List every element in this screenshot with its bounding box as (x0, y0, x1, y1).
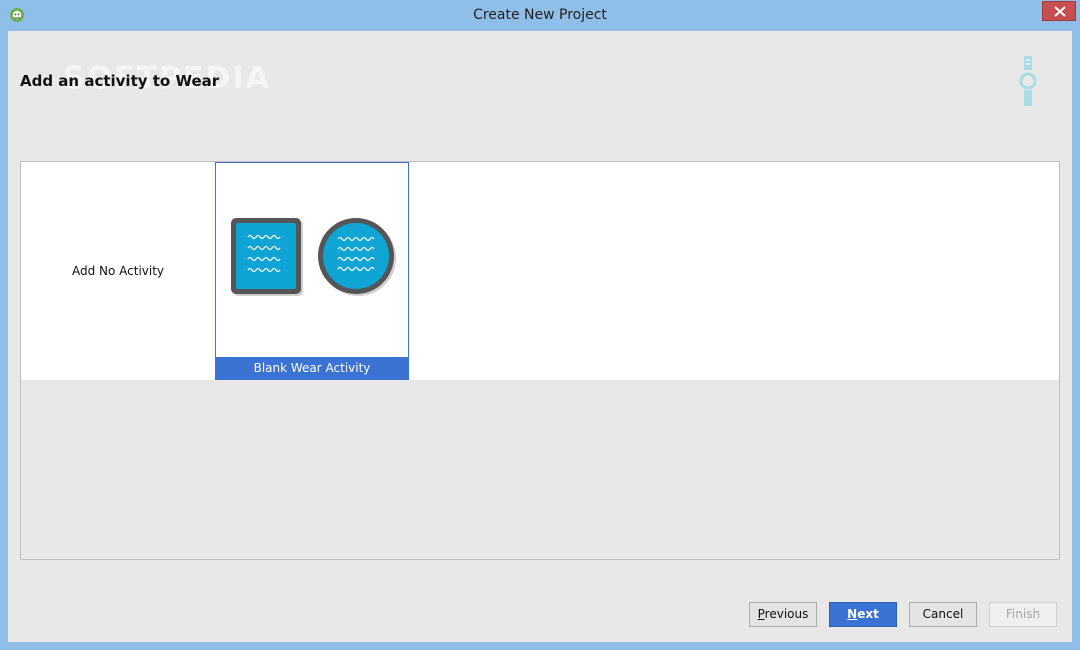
close-icon (1054, 6, 1066, 17)
tile-blank-wear-activity[interactable]: Blank Wear Activity (215, 162, 409, 380)
wizard-header: SOFTPEDIA Add an activity to Wear (8, 31, 1072, 131)
gallery-row: Add No Activity Blank Wear Activity (21, 162, 1059, 380)
finish-button[interactable]: Finish (989, 602, 1057, 627)
page-title: Add an activity to Wear (20, 72, 220, 90)
wear-square-and-round-preview-icon (231, 218, 396, 296)
tile-caption: Blank Wear Activity (216, 357, 408, 379)
tile-add-no-activity[interactable]: Add No Activity (21, 162, 215, 380)
window-title: Create New Project (473, 7, 607, 23)
tile-label: Add No Activity (71, 264, 165, 278)
wear-watch-icon (1019, 56, 1037, 106)
previous-mnemonic: P (757, 607, 765, 621)
previous-button[interactable]: Previous (749, 602, 817, 627)
cancel-button[interactable]: Cancel (909, 602, 977, 627)
dialog-content: SOFTPEDIA Add an activity to Wear Add No… (8, 31, 1072, 642)
activity-gallery[interactable]: Add No Activity Blank Wear Activity (20, 161, 1060, 560)
next-button[interactable]: Next (829, 602, 897, 627)
title-bar[interactable]: Create New Project (0, 0, 1080, 31)
next-mnemonic: N (847, 607, 858, 621)
next-label-rest: ext (857, 607, 879, 621)
close-button[interactable] (1042, 1, 1076, 21)
previous-label-rest: revious (764, 607, 809, 621)
dialog-window: Create New Project SOFTPEDIA Add an acti… (0, 0, 1080, 650)
